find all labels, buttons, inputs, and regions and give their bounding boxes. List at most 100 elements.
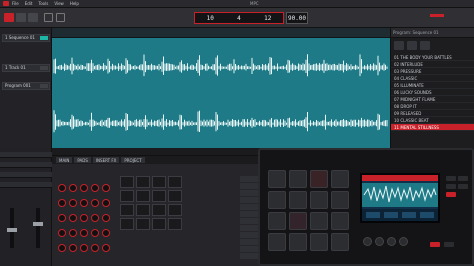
parameter-knob[interactable] <box>80 214 88 222</box>
hardware-button[interactable] <box>458 176 468 181</box>
metronome-icon[interactable] <box>56 13 65 22</box>
pad-cell[interactable] <box>136 204 150 216</box>
stop-button[interactable] <box>28 13 38 22</box>
menu-file[interactable]: File <box>12 1 19 6</box>
hardware-pad[interactable] <box>310 170 328 188</box>
fader-cap[interactable] <box>7 228 17 232</box>
pad-cell[interactable] <box>120 218 134 230</box>
parameter-knob[interactable] <box>91 214 99 222</box>
parameter-knob[interactable] <box>80 229 88 237</box>
parameter-knob[interactable] <box>69 229 77 237</box>
tab-main[interactable]: MAIN <box>56 157 73 163</box>
browser-item[interactable]: 03 PRESSURE <box>391 68 474 75</box>
pad-cell[interactable] <box>136 176 150 188</box>
hardware-pad[interactable] <box>289 170 307 188</box>
menu-tools[interactable]: Tools <box>38 1 48 6</box>
parameter-knob[interactable] <box>102 184 110 192</box>
parameter-knob[interactable] <box>102 214 110 222</box>
audio-waveform-region[interactable] <box>52 38 390 148</box>
browser-item[interactable]: 09 RELEASED <box>391 110 474 117</box>
position-counter[interactable]: 10 4 12 <box>194 12 284 24</box>
mixer-row[interactable] <box>0 162 52 168</box>
parameter-knob[interactable] <box>58 214 66 222</box>
parameter-knob[interactable] <box>69 199 77 207</box>
menu-help[interactable]: Help <box>70 1 79 6</box>
parameter-knob[interactable] <box>80 244 88 252</box>
parameter-slot[interactable] <box>240 197 258 203</box>
parameter-slot[interactable] <box>240 204 258 210</box>
parameter-knob[interactable] <box>91 229 99 237</box>
loop-icon[interactable] <box>44 13 53 22</box>
tab-project[interactable]: PROJECT <box>121 157 145 163</box>
hardware-pad[interactable] <box>331 191 349 209</box>
parameter-knob[interactable] <box>58 229 66 237</box>
tempo-display[interactable]: 90.00 <box>286 12 308 24</box>
browser-item[interactable]: 10 CLASSIC BEAT <box>391 117 474 124</box>
pad-cell[interactable] <box>152 190 166 202</box>
hardware-pad[interactable] <box>310 191 328 209</box>
pad-cell[interactable] <box>168 204 182 216</box>
track-selector[interactable] <box>40 84 48 88</box>
q-link-knob[interactable] <box>364 238 371 245</box>
hardware-pad[interactable] <box>268 233 286 251</box>
pad-cell[interactable] <box>120 176 134 188</box>
parameter-slot[interactable] <box>240 183 258 189</box>
parameter-knob[interactable] <box>69 214 77 222</box>
timeline-ruler[interactable] <box>52 28 390 38</box>
pad-cell[interactable] <box>168 176 182 188</box>
track-track01[interactable]: 1 Track 01 <box>2 64 50 72</box>
track-selector[interactable] <box>40 36 48 40</box>
hardware-button[interactable] <box>446 176 456 181</box>
pad-cell[interactable] <box>168 190 182 202</box>
parameter-slot[interactable] <box>240 211 258 217</box>
track-sequence[interactable]: 1 Sequence 01 <box>2 34 50 42</box>
parameter-knob[interactable] <box>91 199 99 207</box>
parameter-knob[interactable] <box>58 244 66 252</box>
hardware-button[interactable] <box>458 184 468 189</box>
parameter-slot[interactable] <box>240 253 258 259</box>
browser-item[interactable]: 05 ILLUMINATE <box>391 82 474 89</box>
hardware-pad[interactable] <box>331 233 349 251</box>
hardware-pad[interactable] <box>268 170 286 188</box>
play-hardware-button[interactable] <box>430 242 440 247</box>
pad-cell[interactable] <box>136 218 150 230</box>
stop-hardware-button[interactable] <box>444 242 454 247</box>
fader-cap[interactable] <box>33 222 43 226</box>
parameter-knob[interactable] <box>102 244 110 252</box>
list-icon[interactable] <box>420 41 430 50</box>
parameter-knob[interactable] <box>58 184 66 192</box>
master-fader[interactable] <box>36 208 40 248</box>
browser-item[interactable]: 01 THE BODY YOUR BATTLES <box>391 54 474 61</box>
mixer-row[interactable] <box>0 152 52 158</box>
parameter-slot[interactable] <box>240 239 258 245</box>
browser-item[interactable]: 04 CLASSIC <box>391 75 474 82</box>
hardware-pad[interactable] <box>289 212 307 230</box>
hardware-pad[interactable] <box>268 212 286 230</box>
parameter-slot[interactable] <box>240 190 258 196</box>
parameter-knob[interactable] <box>102 229 110 237</box>
parameter-knob[interactable] <box>58 199 66 207</box>
folder-icon[interactable] <box>394 41 404 50</box>
play-button[interactable] <box>16 13 26 22</box>
search-icon[interactable] <box>407 41 417 50</box>
pad-cell[interactable] <box>152 204 166 216</box>
track-selector[interactable] <box>40 66 48 70</box>
pad-cell[interactable] <box>168 218 182 230</box>
browser-item[interactable]: 02 INTERLUDE <box>391 61 474 68</box>
parameter-knob[interactable] <box>80 199 88 207</box>
mixer-row[interactable] <box>0 172 52 178</box>
browser-item[interactable]: 11 MENTAL STILLNESS <box>391 124 474 131</box>
pad-cell[interactable] <box>152 176 166 188</box>
pad-cell[interactable] <box>120 190 134 202</box>
parameter-knob[interactable] <box>80 184 88 192</box>
menu-view[interactable]: View <box>54 1 64 6</box>
hardware-pad[interactable] <box>310 233 328 251</box>
parameter-knob[interactable] <box>69 244 77 252</box>
track-program[interactable]: Program 001 <box>2 82 50 90</box>
q-link-knob[interactable] <box>388 238 395 245</box>
browser-item[interactable]: 07 MIDNIGHT FLAME <box>391 96 474 103</box>
hardware-pad[interactable] <box>310 212 328 230</box>
record-hardware-button[interactable] <box>446 192 456 197</box>
record-button[interactable] <box>4 13 14 22</box>
hardware-pad[interactable] <box>289 233 307 251</box>
